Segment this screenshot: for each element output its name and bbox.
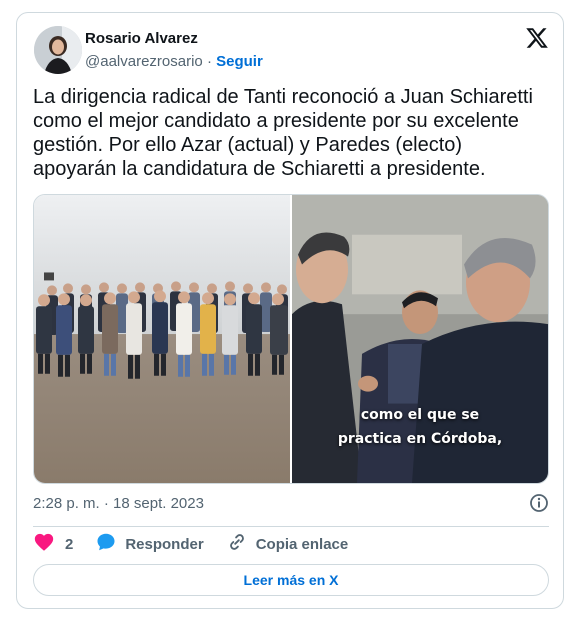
read-more-button[interactable]: Leer más en X [33,564,549,596]
tweet-card: Rosario Alvarez @aalvarezrosario · Segui… [16,12,564,609]
reply-bubble-icon [95,531,117,557]
reply-button[interactable]: Responder [95,531,204,557]
tweet-text: La dirigencia radical de Tanti reconoció… [33,86,533,180]
copy-link-button[interactable]: Copia enlace [226,531,349,557]
tweet-meta: 2:28 p. m. · 18 sept. 2023 [33,491,549,515]
heart-icon [33,531,55,557]
tweet-actions: 2 Responder Copia enlace [33,531,348,557]
video-caption-line2: practica en Córdoba, [337,431,503,447]
x-logo-icon[interactable] [525,26,549,50]
author-handle-row: @aalvarezrosario · Seguir [85,53,263,70]
like-count: 2 [65,535,74,553]
video-still[interactable]: como el que se practica en Córdoba, [292,195,548,483]
like-button[interactable]: 2 [33,531,73,557]
follow-button[interactable]: Seguir [216,53,263,70]
info-icon[interactable] [529,493,549,513]
handle-separator: · [206,53,212,70]
author-handle[interactable]: @aalvarezrosario [85,53,203,70]
copy-link-label: Copia enlace [255,535,349,553]
tweet-timestamp[interactable]: 2:28 p. m. · 18 sept. 2023 [33,495,204,512]
author-avatar[interactable] [34,26,82,74]
video-caption-line1: como el que se [360,407,480,423]
divider [33,526,549,527]
reply-label: Responder [125,535,204,553]
author-name[interactable]: Rosario Alvarez [85,30,198,47]
photo-group[interactable] [34,195,290,483]
media-grid: como el que se practica en Córdoba, [33,194,549,484]
link-icon [226,531,248,557]
